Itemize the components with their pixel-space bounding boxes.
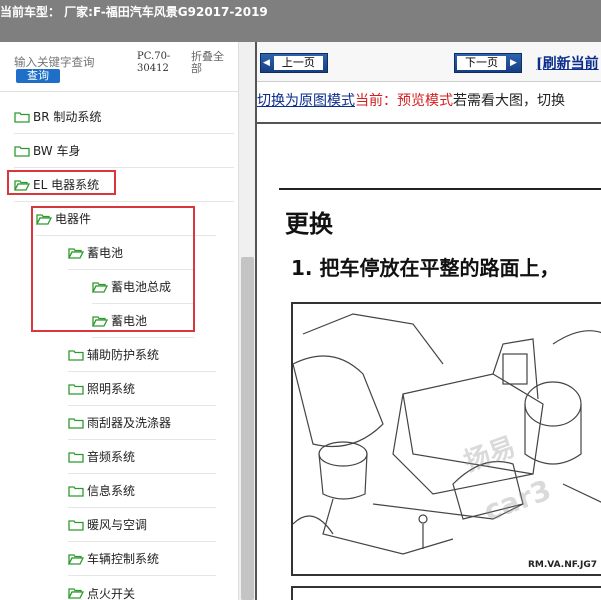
- folder-icon: [68, 417, 84, 429]
- tree-item-info[interactable]: 信息系统: [68, 474, 216, 508]
- section-rule: [279, 188, 601, 190]
- title-bar: 当前车型： 厂家:F-福田汽车风景G92017-2019: [0, 0, 601, 42]
- arrow-right-icon: ▶: [510, 58, 517, 68]
- folder-icon: [68, 383, 84, 395]
- figure-caption: RM.VA.NF.JG7: [528, 560, 597, 570]
- scrollbar-thumb[interactable]: [241, 257, 254, 600]
- query-button[interactable]: 查询: [16, 69, 60, 83]
- tree-item-bw[interactable]: BW 车身: [14, 134, 234, 168]
- folder-icon: [14, 145, 30, 157]
- engine-bay-drawing: [293, 313, 601, 555]
- next-figure-frame: [291, 586, 601, 600]
- tree-item-audio[interactable]: 音频系统: [68, 440, 216, 474]
- refresh-link[interactable]: [刷新当前: [536, 53, 599, 73]
- prev-page-button[interactable]: ◀ 上一页: [260, 53, 328, 73]
- doc-navbar: ◀ 上一页 下一页 ▶ [刷新当前: [257, 42, 601, 82]
- tree-item-ignition[interactable]: 点火开关: [68, 576, 216, 600]
- folder-icon: [68, 451, 84, 463]
- tree-item-label: 音频系统: [87, 450, 136, 464]
- search-area: 查询 PC.70-30412 折叠全部: [0, 42, 238, 92]
- document-viewer: 更换 1. 把车停放在平整的路面上， 扬易 car3 RM.VA.NF.JG7: [257, 122, 601, 600]
- collapse-all-button[interactable]: 折叠全部: [191, 51, 231, 75]
- tree-item-label: 辅助防护系统: [87, 348, 160, 362]
- left-panel: 查询 PC.70-30412 折叠全部 BR 制动系统 BW 车身 EL 电器系…: [0, 42, 255, 600]
- mode-hint: 若需看大图，切换: [453, 93, 565, 109]
- right-panel: ◀ 上一页 下一页 ▶ [刷新当前 切换为原图模式当前：预览模式若需看大图，切换…: [255, 42, 601, 600]
- folder-open-icon: [68, 588, 84, 599]
- doc-heading: 更换: [285, 210, 333, 238]
- left-scrollbar[interactable]: [238, 42, 255, 600]
- folder-icon: [14, 111, 30, 123]
- folder-open-icon: [68, 553, 84, 565]
- folder-icon: [68, 485, 84, 497]
- highlight-box-el: [7, 170, 116, 195]
- tree-item-lighting[interactable]: 照明系统: [68, 372, 216, 406]
- switch-original-mode-link[interactable]: 切换为原图模式: [257, 93, 355, 109]
- next-page-button[interactable]: 下一页 ▶: [454, 53, 522, 73]
- tree-item-wiper[interactable]: 雨刮器及洗涤器: [68, 406, 216, 440]
- pc-code-label: PC.70-30412: [137, 51, 171, 74]
- keyword-search-input[interactable]: [14, 54, 132, 70]
- current-mode-label: 当前：预览模式: [355, 93, 453, 109]
- tree-item-hvac[interactable]: 暖风与空调: [68, 508, 216, 542]
- tree-item-label: BW 车身: [33, 144, 81, 158]
- arrow-left-icon: ◀: [263, 58, 270, 68]
- tree-item-label: 雨刮器及洗涤器: [87, 416, 172, 430]
- highlight-box-battery: [31, 206, 195, 332]
- window-title: 当前车型： 厂家:F-福田汽车风景G92017-2019: [0, 5, 268, 19]
- folder-icon: [68, 349, 84, 361]
- engine-bay-illustration: 扬易 car3 RM.VA.NF.JG7: [291, 302, 601, 576]
- tree-item-label: 点火开关: [87, 586, 136, 600]
- tree-item-br[interactable]: BR 制动系统: [14, 100, 234, 134]
- folder-icon: [68, 519, 84, 531]
- tree-item-srs[interactable]: 辅助防护系统: [68, 338, 216, 372]
- tree-item-label: 信息系统: [87, 484, 136, 498]
- tree-item-label: 车辆控制系统: [87, 552, 160, 566]
- tree-item-label: BR 制动系统: [33, 110, 102, 124]
- doc-step-1: 1. 把车停放在平整的路面上，: [291, 256, 560, 280]
- mode-bar: 切换为原图模式当前：预览模式若需看大图，切换: [257, 90, 601, 112]
- tree-item-label: 照明系统: [87, 382, 136, 396]
- tree-item-label: 暖风与空调: [87, 518, 148, 532]
- tree-item-vehicle-control[interactable]: 车辆控制系统: [68, 542, 216, 576]
